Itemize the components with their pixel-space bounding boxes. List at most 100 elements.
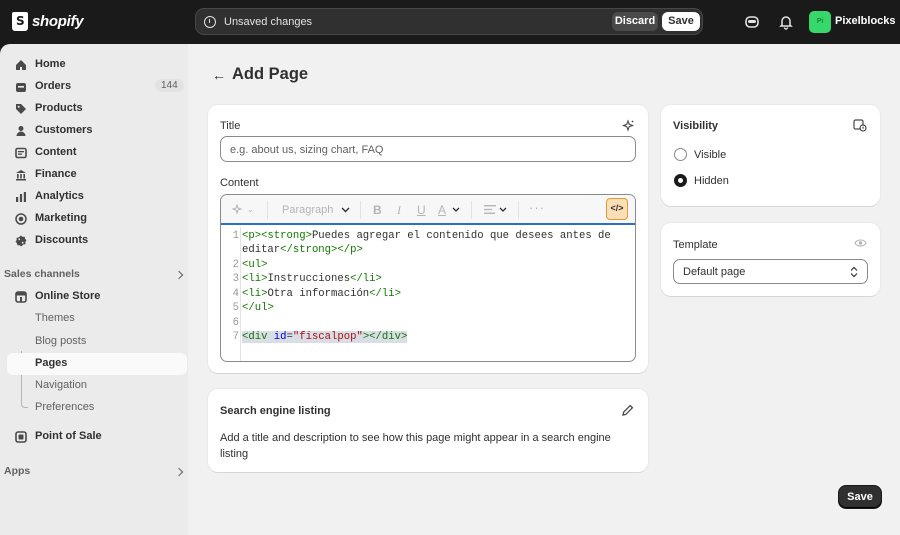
visibility-card: Visibility Visible Hidden [661, 105, 880, 206]
sidebar-item-label: Finance [35, 168, 77, 180]
bold-icon[interactable]: B [373, 203, 382, 217]
orders-count-badge: 144 [155, 79, 184, 92]
template-value: Default page [683, 266, 746, 278]
title-content-card: Title e.g. about us, sizing chart, FAQ C… [208, 105, 648, 373]
sidebar-item-content[interactable]: Content [7, 142, 187, 163]
sidebar-item-label: Products [35, 102, 83, 114]
sidebar: Home Orders 144 Products Customers Conte… [0, 44, 188, 535]
seo-title: Search engine listing [220, 405, 331, 417]
code-line: </ul> [242, 302, 274, 314]
back-arrow-icon[interactable]: ← [212, 67, 226, 83]
sidebar-item-label: Themes [35, 312, 75, 324]
chevron-down-icon[interactable] [341, 207, 350, 213]
line-number-gutter [240, 227, 241, 361]
person-icon [16, 126, 26, 136]
target-icon [15, 213, 27, 225]
chevron-right-icon[interactable] [174, 467, 184, 477]
sidebar-item-label: Content [35, 146, 77, 158]
home-icon [16, 60, 26, 70]
underline-icon[interactable]: U [417, 203, 426, 217]
code-line: <ul> [242, 259, 268, 271]
sidebar-item-marketing[interactable]: Marketing [7, 208, 187, 229]
hidden-label: Hidden [694, 175, 729, 187]
sidebar-item-label: Home [35, 58, 66, 70]
eye-icon[interactable] [854, 238, 867, 248]
title-label: Title [220, 120, 241, 132]
radio-hidden[interactable] [674, 174, 687, 187]
chevron-down-icon[interactable] [452, 207, 460, 213]
radio-visible[interactable] [674, 148, 687, 161]
sidebar-item-label: Online Store [35, 290, 101, 302]
save-button[interactable]: Save [839, 486, 881, 508]
toolbar-divider [267, 201, 268, 219]
sidebar-item-label: Preferences [35, 401, 95, 413]
sidebar-item-themes[interactable]: Themes [7, 308, 187, 329]
more-options-icon[interactable]: ··· [529, 200, 545, 215]
code-line-selected: <div id="fiscalpop"></div> [242, 331, 408, 343]
pencil-icon[interactable] [621, 404, 634, 417]
seo-description: Add a title and description to see how t… [220, 432, 611, 460]
sidebar-item-online-store[interactable]: Online Store [7, 286, 187, 307]
sidebar-item-label: Blog posts [35, 335, 87, 347]
chevron-down-icon[interactable] [499, 207, 507, 213]
sidebar-item-label: Discounts [35, 234, 89, 246]
template-card: Template Default page [661, 223, 880, 296]
sidebar-item-analytics[interactable]: Analytics [7, 186, 187, 207]
align-icon[interactable] [484, 204, 496, 215]
store-name[interactable]: Pixelblocks [835, 15, 896, 27]
sidebar-item-home[interactable]: Home [7, 54, 187, 75]
discard-button[interactable]: Discard [612, 12, 658, 31]
sidekick-icon[interactable] [744, 14, 760, 30]
line-number: 5 [232, 302, 239, 314]
apps-heading: Apps [4, 465, 31, 477]
chevron-right-icon[interactable] [174, 270, 184, 280]
sidebar-item-label: Analytics [35, 190, 84, 202]
title-input[interactable]: e.g. about us, sizing chart, FAQ [220, 136, 636, 162]
toolbar-divider [518, 201, 519, 219]
sidebar-item-customers[interactable]: Customers [7, 120, 187, 141]
bell-icon[interactable] [778, 14, 794, 30]
template-title: Template [673, 239, 718, 251]
sales-channels-heading: Sales channels [4, 268, 80, 280]
line-number: 6 [232, 317, 239, 329]
discount-icon [15, 235, 27, 247]
paragraph-dropdown[interactable]: Paragraph [282, 204, 333, 216]
sidebar-item-label: Navigation [35, 379, 87, 391]
sidebar-item-preferences[interactable]: Preferences [7, 397, 187, 418]
sidebar-item-blog-posts[interactable]: Blog posts [7, 331, 187, 352]
code-line: <p><strong>Puedes agregar el contenido q… [242, 230, 611, 242]
line-number: 7 [232, 331, 239, 343]
unsaved-text: Unsaved changes [224, 16, 313, 28]
text-color-icon[interactable]: A [438, 203, 446, 217]
sidebar-item-label: Pages [35, 357, 68, 369]
code-view-button[interactable]: </> [606, 198, 628, 220]
italic-icon[interactable]: I [397, 203, 401, 218]
magic-sparkle-icon[interactable] [231, 204, 243, 216]
sidebar-item-orders[interactable]: Orders 144 [7, 76, 187, 97]
content-label: Content [220, 177, 259, 189]
content-editor[interactable]: ⌄ Paragraph B I U A ··· </> 1 <p><strong… [220, 194, 636, 362]
save-button-top[interactable]: Save [662, 12, 700, 31]
chevron-down-icon[interactable]: ⌄ [247, 205, 254, 214]
pos-icon [15, 431, 27, 443]
sidebar-item-finance[interactable]: Finance [7, 164, 187, 185]
magic-sparkle-icon[interactable] [621, 119, 635, 133]
line-number: 2 [232, 259, 239, 271]
sidebar-item-point-of-sale[interactable]: Point of Sale [7, 426, 187, 447]
calendar-clock-icon[interactable] [853, 118, 867, 132]
template-select[interactable]: Default page [673, 259, 868, 284]
sidebar-item-products[interactable]: Products [7, 98, 187, 119]
title-placeholder: e.g. about us, sizing chart, FAQ [230, 144, 384, 156]
sidebar-item-discounts[interactable]: Discounts [7, 230, 187, 251]
tag-icon [16, 104, 26, 114]
sidebar-item-navigation[interactable]: Navigation [7, 375, 187, 396]
shopify-logo[interactable]: shopify [12, 12, 84, 31]
sidebar-item-label: Point of Sale [35, 430, 102, 442]
orders-icon [16, 83, 26, 92]
sidebar-item-label: Customers [35, 124, 93, 136]
sidebar-item-pages[interactable]: Pages [7, 353, 187, 375]
toolbar-divider [360, 201, 361, 219]
store-avatar[interactable]: Pi [809, 11, 831, 33]
line-number: 3 [232, 273, 239, 285]
sidebar-item-label: Orders [35, 80, 72, 92]
